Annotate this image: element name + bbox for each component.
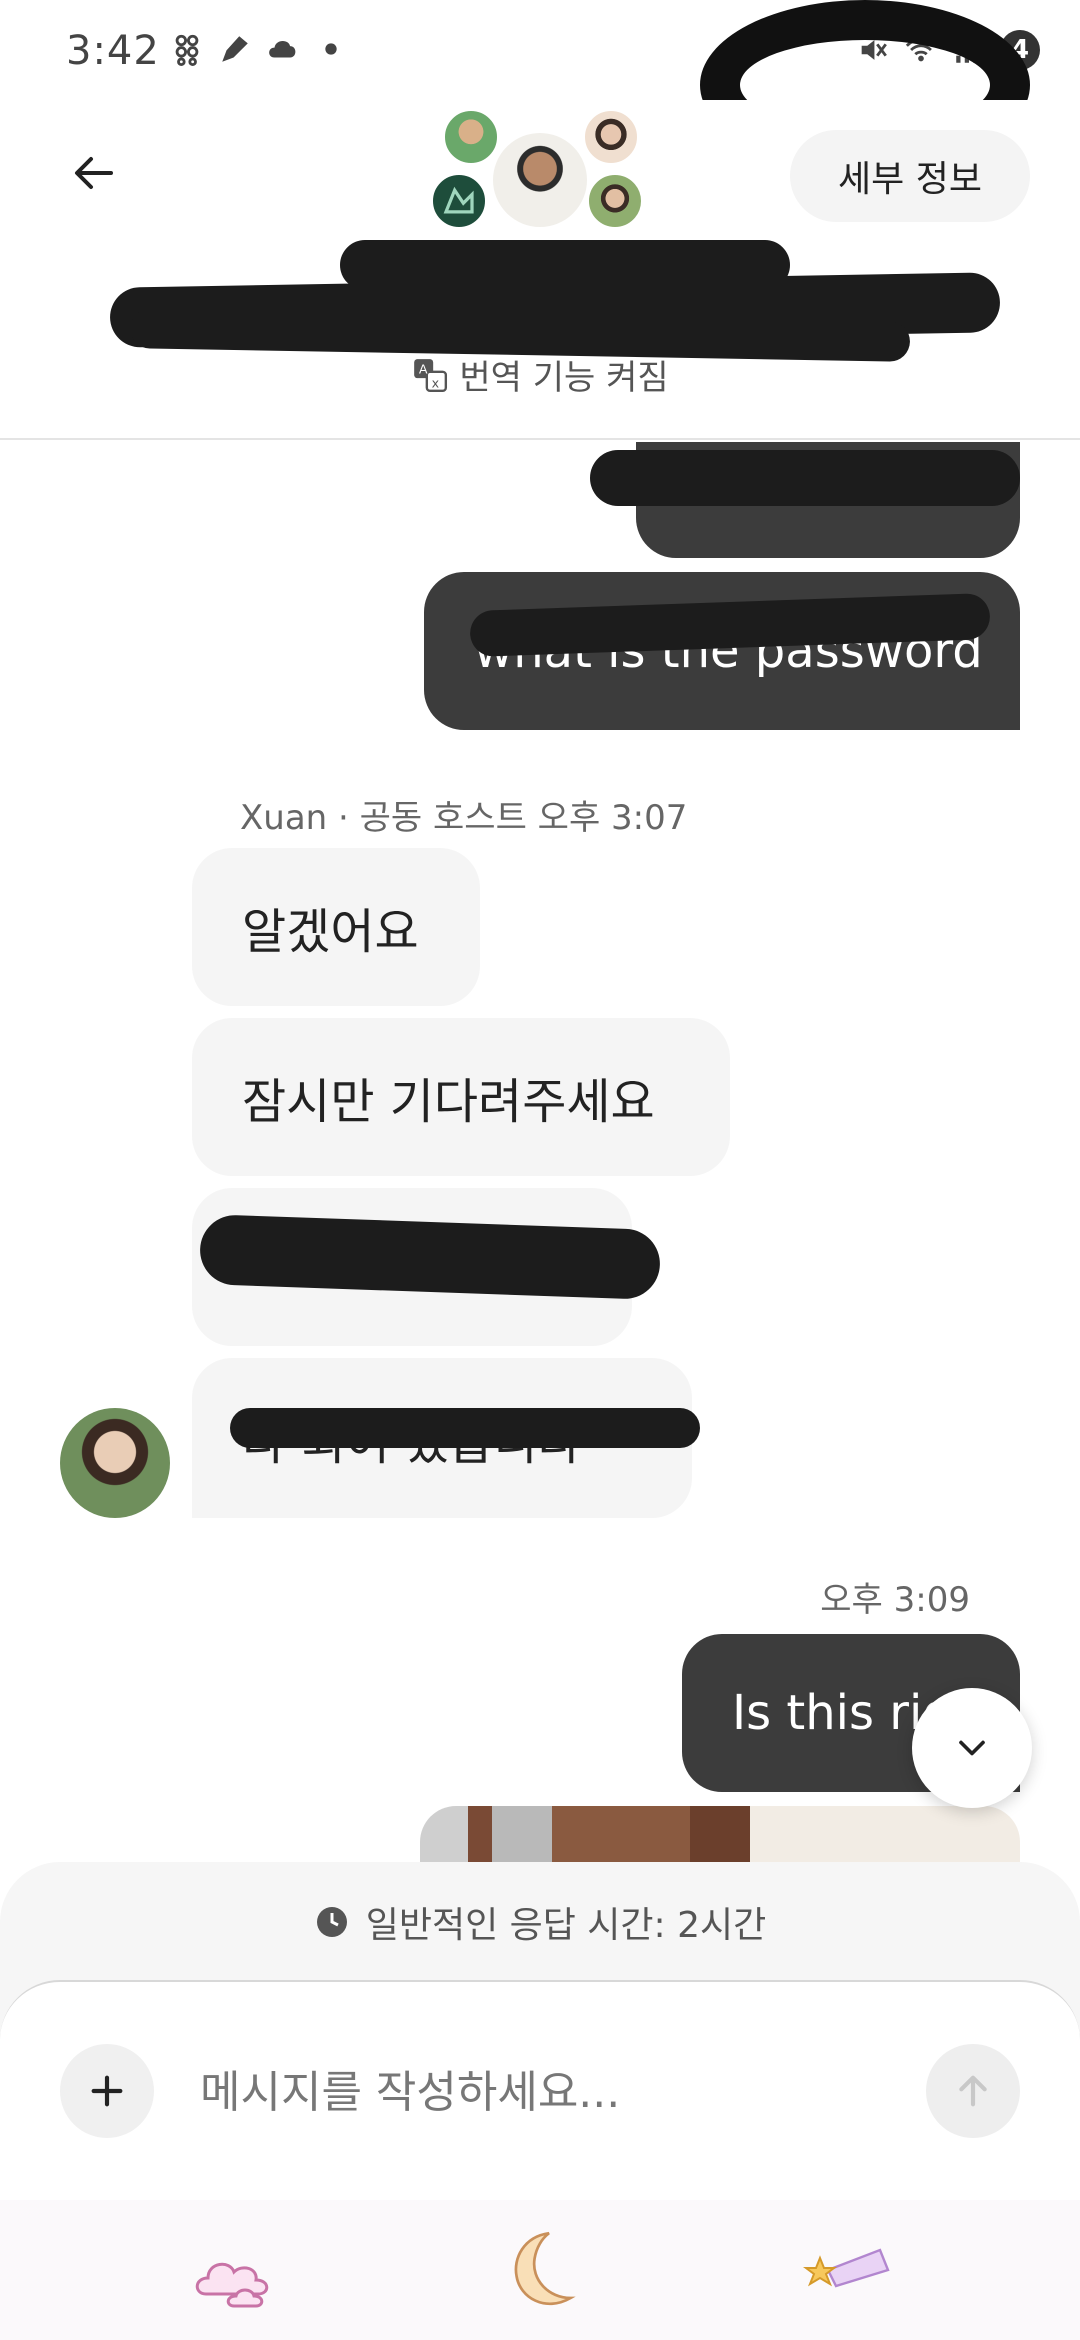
image-message[interactable] (420, 1806, 1020, 1862)
composer: 일반적인 응답 시간: 2시간 (0, 1862, 1080, 2220)
message-thread[interactable]: what is the password Xuan · 공동 호스트 오후 3:… (0, 442, 1080, 1862)
avatar (582, 108, 640, 166)
pen-icon (222, 36, 248, 62)
timestamp: 오후 3:09 (820, 1580, 970, 1620)
status-notification-icons (170, 32, 348, 66)
participant-avatars[interactable] (430, 108, 650, 238)
incoming-message: 알겠어요 (192, 848, 480, 1006)
arrow-up-icon (959, 2075, 987, 2107)
translate-icon: Ax (414, 358, 448, 392)
keyboard-sticker-strip (0, 2200, 1080, 2340)
avatar (490, 130, 590, 230)
translation-label: 번역 기능 켜짐 (459, 358, 669, 398)
status-time: 3:42 (66, 28, 160, 74)
send-button[interactable] (926, 2044, 1020, 2138)
logo-icon (443, 186, 474, 214)
translation-status[interactable]: Ax 번역 기능 켜짐 (0, 350, 1080, 399)
details-button[interactable]: 세부 정보 (790, 130, 1030, 222)
incoming-message: 잠시만 기다려주세요 (192, 1018, 730, 1176)
avatar (430, 172, 488, 230)
shooting-star-sticker-icon[interactable] (800, 2234, 900, 2314)
clock-icon (316, 1907, 347, 1937)
moon-sticker-icon[interactable] (490, 2226, 590, 2316)
back-button[interactable] (60, 138, 130, 208)
sender-line: Xuan · 공동 호스트 오후 3:07 (240, 798, 688, 838)
plus-icon (91, 2075, 123, 2107)
message-input[interactable] (200, 2042, 900, 2142)
incoming-message-text: 알겠어요 (242, 904, 419, 960)
response-time-label: 일반적인 응답 시간: 2시간 (365, 1905, 767, 1946)
avatar (442, 108, 500, 166)
arrow-left-icon (75, 157, 113, 189)
cloud-icon (269, 41, 296, 58)
dot-icon (325, 43, 337, 55)
conversation-header: 세부 정보 Ax 번역 기능 켜짐 (0, 100, 1080, 440)
avatar (586, 172, 644, 230)
host-avatar[interactable] (60, 1408, 170, 1518)
scroll-down-button[interactable] (912, 1688, 1032, 1808)
add-attachment-button[interactable] (60, 2044, 154, 2138)
chevron-down-icon (959, 1740, 985, 1756)
app-notification-icon (175, 34, 199, 66)
response-time: 일반적인 응답 시간: 2시간 (0, 1896, 1080, 1948)
input-panel (0, 1980, 1080, 2220)
scribble-redaction (230, 1408, 700, 1448)
cloud-sticker-icon[interactable] (190, 2234, 290, 2314)
svg-text:x: x (432, 375, 440, 390)
svg-text:A: A (419, 361, 428, 376)
scribble-redaction (590, 450, 1020, 506)
incoming-message-text: 잠시만 기다려주세요 (242, 1074, 655, 1130)
